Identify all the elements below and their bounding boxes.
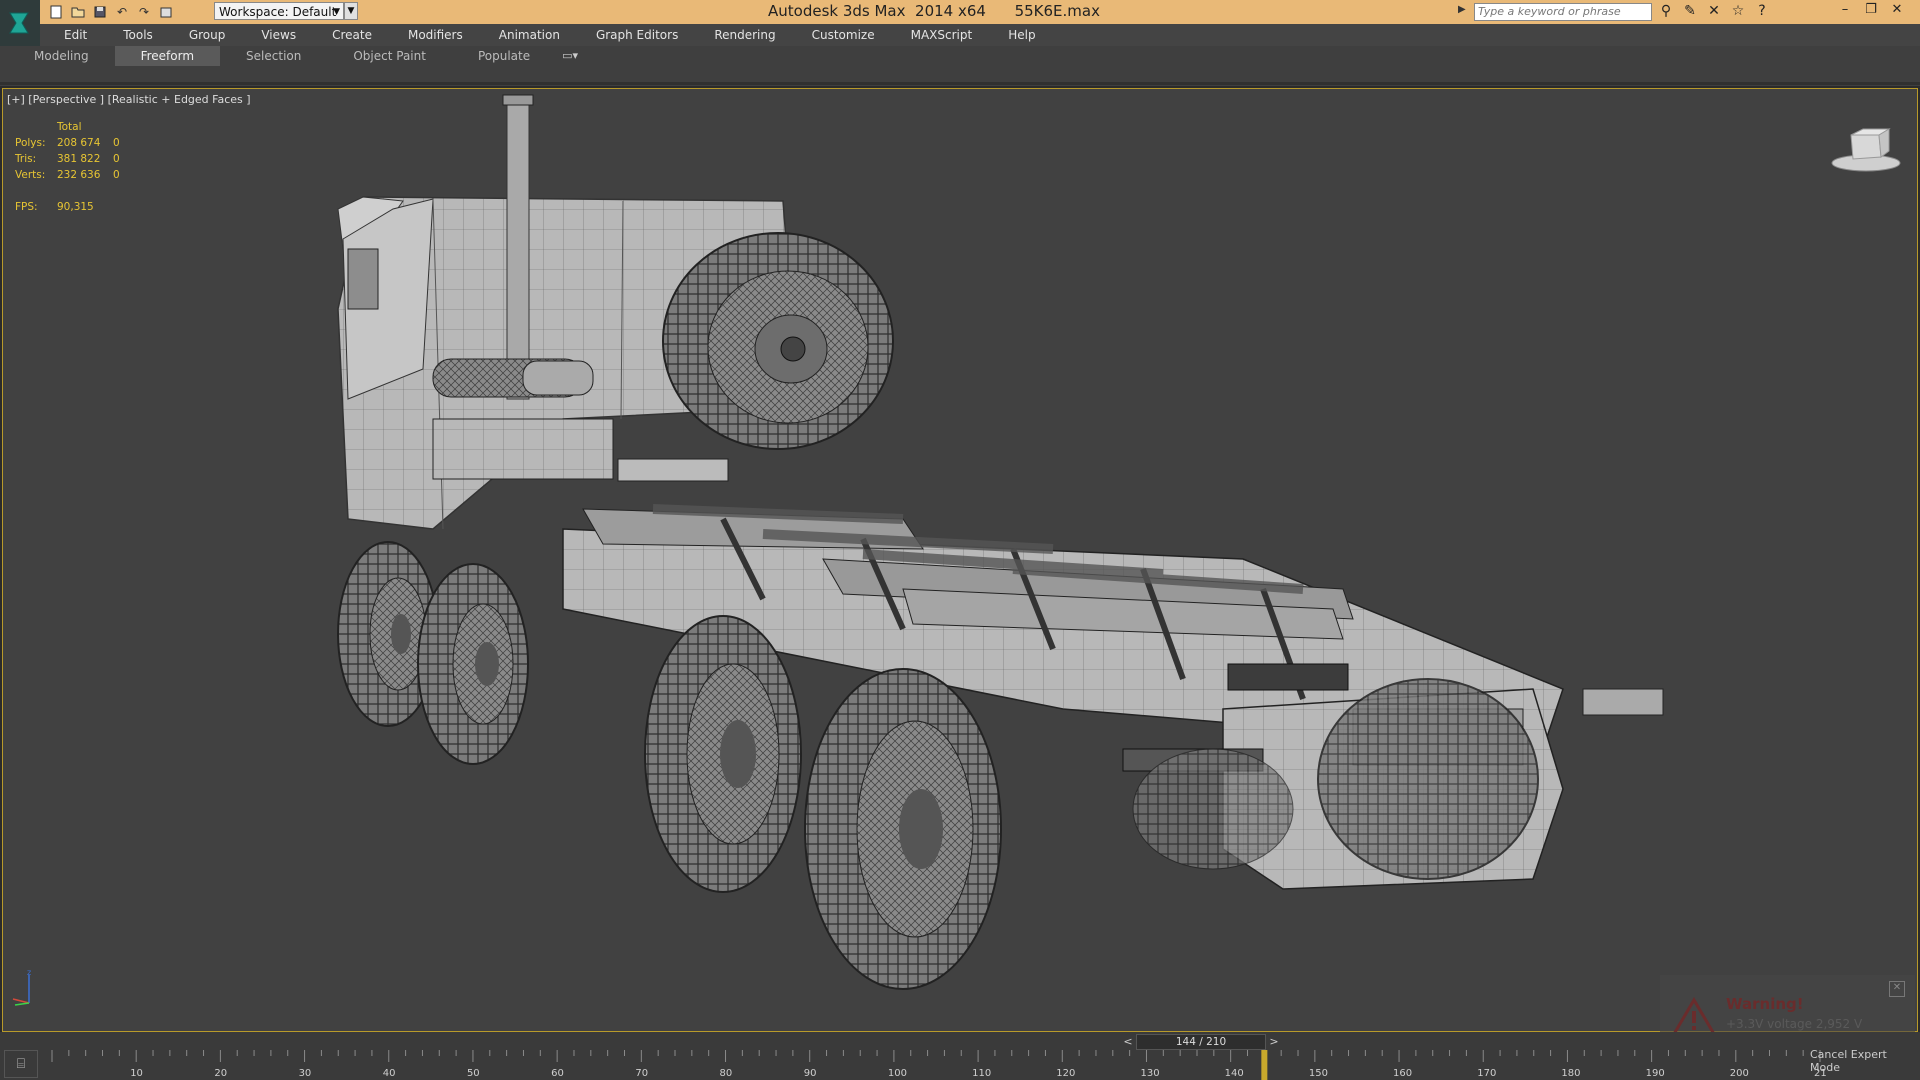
customize-quick-access-button[interactable]: ▼ xyxy=(344,2,358,20)
timeline-tick-label: 10 xyxy=(130,1068,143,1079)
menu-bar: Edit Tools Group Views Create Modifiers … xyxy=(40,24,1920,46)
workspace-label: Workspace: Default xyxy=(219,5,337,19)
timeline-tick-label: 150 xyxy=(1309,1068,1328,1079)
warning-title: Warning! xyxy=(1726,995,1804,1013)
close-warning-icon[interactable]: ✕ xyxy=(1889,981,1905,997)
window-controls: – ❐ ✕ xyxy=(1832,0,1910,20)
timeline-tick-label: 200 xyxy=(1730,1068,1749,1079)
timeline-tick-label: 120 xyxy=(1056,1068,1075,1079)
menu-views[interactable]: Views xyxy=(237,28,308,42)
timeline-tick-label: 170 xyxy=(1477,1068,1496,1079)
menu-tools[interactable]: Tools xyxy=(99,28,165,42)
search-input[interactable]: Type a keyword or phrase xyxy=(1474,3,1652,21)
menu-graph-editors[interactable]: Graph Editors xyxy=(572,28,690,42)
timeline-tick-label: 20 xyxy=(214,1068,227,1079)
ribbon: Modeling Freeform Selection Object Paint… xyxy=(0,46,1920,86)
menu-edit[interactable]: Edit xyxy=(40,28,99,42)
exchange-icon[interactable]: ✕ xyxy=(1705,2,1723,20)
timeline-tick-label: 60 xyxy=(551,1068,564,1079)
infocenter-tools: ⚲ ✎ ✕ ☆ ? xyxy=(1657,2,1771,20)
timeline-ruler[interactable]: 10 20 30 40 50 60 70 80 90 100 110 120 130 140 150 160 1… xyxy=(46,1050,1826,1080)
timeline-tick-label: 90 xyxy=(804,1068,817,1079)
menu-maxscript[interactable]: MAXScript xyxy=(887,28,985,42)
app-title: Autodesk 3ds Max 2014 x64 xyxy=(768,2,986,20)
chevron-down-icon: ▼ xyxy=(333,7,340,17)
menu-create[interactable]: Create xyxy=(308,28,384,42)
file-name: 55K6E.max xyxy=(1014,2,1100,20)
timeline-tick-label: 40 xyxy=(383,1068,396,1079)
restore-icon[interactable]: ❐ xyxy=(1858,0,1884,20)
open-file-icon[interactable] xyxy=(70,4,86,20)
viewcube[interactable] xyxy=(1829,125,1903,175)
menu-group[interactable]: Group xyxy=(165,28,238,42)
3dsmax-logo-icon[interactable] xyxy=(0,0,40,46)
rear-wheel-left-1 xyxy=(644,615,802,893)
mini-curve-editor-toggle-icon[interactable]: ⌸ xyxy=(4,1050,38,1078)
tools-icon[interactable]: ✎ xyxy=(1681,2,1699,20)
ribbon-minimize-toggle-icon[interactable]: ▭▾ xyxy=(556,46,584,66)
window-title: Autodesk 3ds Max 2014 x64 55K6E.max xyxy=(768,2,1100,20)
quick-access-toolbar: ↶ ↷ xyxy=(48,2,174,22)
tab-selection[interactable]: Selection xyxy=(220,46,327,66)
close-icon[interactable]: ✕ xyxy=(1884,0,1910,20)
star-icon[interactable]: ☆ xyxy=(1729,2,1747,20)
redo-icon[interactable]: ↷ xyxy=(136,4,152,20)
timeline-tick-label: 110 xyxy=(972,1068,991,1079)
next-frame-button[interactable]: > xyxy=(1266,1034,1282,1050)
axis-tripod-icon: z xyxy=(9,968,43,1011)
menu-rendering[interactable]: Rendering xyxy=(690,28,787,42)
tab-freeform[interactable]: Freeform xyxy=(114,46,221,66)
current-frame-marker[interactable] xyxy=(1261,1050,1268,1080)
timeline-tick-label: 50 xyxy=(467,1068,480,1079)
ribbon-tabs: Modeling Freeform Selection Object Paint… xyxy=(8,46,584,66)
project-folder-icon[interactable] xyxy=(158,4,174,20)
expand-search-icon[interactable]: ▶ xyxy=(1458,4,1466,15)
tab-object-paint[interactable]: Object Paint xyxy=(327,46,452,66)
save-icon[interactable] xyxy=(92,4,108,20)
timeline-tick-label: 160 xyxy=(1393,1068,1412,1079)
truck-model[interactable] xyxy=(3,89,1918,1032)
minimize-icon[interactable]: – xyxy=(1832,0,1858,20)
prev-frame-button[interactable]: < xyxy=(1120,1034,1136,1050)
menu-help[interactable]: Help xyxy=(984,28,1047,42)
timeline-tick-label: 30 xyxy=(299,1068,312,1079)
timeline-tick-label: 190 xyxy=(1646,1068,1665,1079)
perspective-viewport[interactable]: [+] [Perspective ] [Realistic + Edged Fa… xyxy=(2,88,1918,1032)
timeline-tick-label: 180 xyxy=(1561,1068,1580,1079)
binoculars-icon[interactable]: ⚲ xyxy=(1657,2,1675,20)
time-slider[interactable]: 144 / 210 xyxy=(1136,1034,1266,1050)
cancel-expert-mode-button[interactable]: Cancel Expert Mode xyxy=(1810,1048,1920,1074)
title-bar: ↶ ↷ Workspace: Default ▼ ▼ Autodesk 3ds … xyxy=(0,0,1920,24)
undo-icon[interactable]: ↶ xyxy=(114,4,130,20)
exhaust-pipe xyxy=(502,94,534,400)
svg-text:z: z xyxy=(27,969,31,977)
timeline-tick-label: 140 xyxy=(1225,1068,1244,1079)
ribbon-divider xyxy=(0,82,1920,85)
timeline-tick-label: 80 xyxy=(720,1068,733,1079)
menu-animation[interactable]: Animation xyxy=(475,28,572,42)
spare-wheel xyxy=(662,232,894,450)
rear-wheel-left-2 xyxy=(804,668,1002,990)
frame-navigator: < 144 / 210 > xyxy=(1120,1034,1282,1050)
menu-customize[interactable]: Customize xyxy=(788,28,887,42)
tab-populate[interactable]: Populate xyxy=(452,46,556,66)
timeline-tick-label: 100 xyxy=(888,1068,907,1079)
timeline-tick-label: 130 xyxy=(1140,1068,1159,1079)
workspace-dropdown[interactable]: Workspace: Default ▼ xyxy=(214,2,344,20)
help-icon[interactable]: ? xyxy=(1753,2,1771,20)
timeline-area: < 144 / 210 > ⌸ 10 20 30 40 50 60 70 80 90 100 110… xyxy=(0,1032,1920,1080)
timeline-tick-label: 70 xyxy=(635,1068,648,1079)
tab-modeling[interactable]: Modeling xyxy=(8,46,115,66)
front-wheel-2 xyxy=(417,563,529,765)
warning-message: +3.3V voltage 2,952 V xyxy=(1726,1017,1863,1031)
menu-modifiers[interactable]: Modifiers xyxy=(384,28,475,42)
new-file-icon[interactable] xyxy=(48,4,64,20)
